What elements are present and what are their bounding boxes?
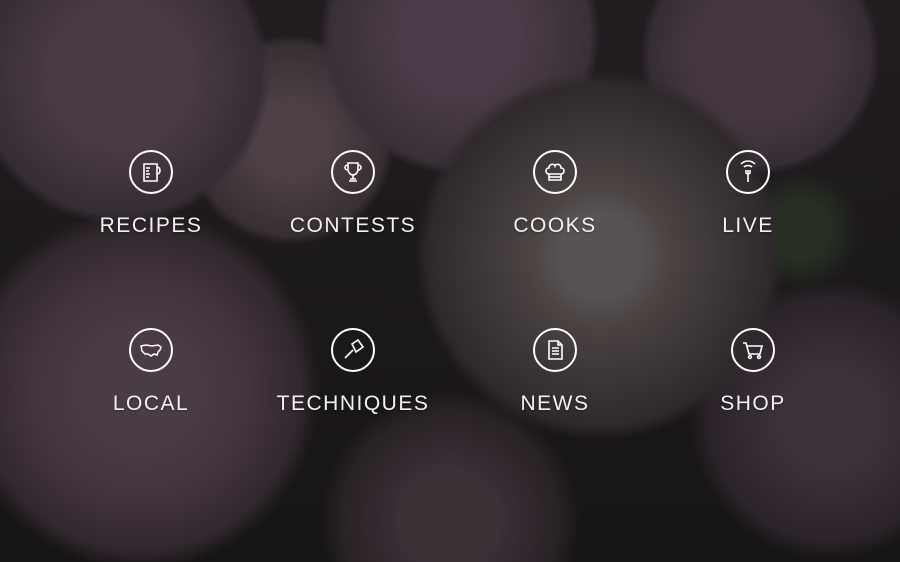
- menu-item-recipes[interactable]: RECIPES: [51, 150, 251, 270]
- menu-item-contests[interactable]: CONTESTS: [253, 150, 453, 270]
- menu-item-label: CONTESTS: [289, 214, 417, 237]
- chef-hat-icon: [533, 150, 577, 194]
- menu-item-label: LIVE: [722, 214, 774, 237]
- background-overlay: [0, 0, 900, 562]
- menu-item-live[interactable]: LIVE: [648, 150, 848, 270]
- menu-item-label: TECHNIQUES: [276, 392, 430, 415]
- menu-item-label: SHOP: [720, 392, 786, 415]
- menu-item-news[interactable]: NEWS: [455, 328, 655, 448]
- cleaver-icon: [331, 328, 375, 372]
- document-icon: [533, 328, 577, 372]
- shopping-cart-icon: [731, 328, 775, 372]
- menu-item-shop[interactable]: SHOP: [653, 328, 853, 448]
- menu-item-local[interactable]: LOCAL: [51, 328, 251, 448]
- menu-item-label: COOKS: [513, 214, 597, 237]
- menu-item-label: LOCAL: [112, 392, 190, 415]
- usa-map-icon: [129, 328, 173, 372]
- fork-signal-icon: [726, 150, 770, 194]
- menu-item-label: NEWS: [520, 392, 590, 415]
- menu-item-label: RECIPES: [99, 214, 203, 237]
- menu-item-techniques[interactable]: TECHNIQUES: [253, 328, 453, 448]
- menu-item-cooks[interactable]: COOKS: [455, 150, 655, 270]
- measuring-cup-icon: [129, 150, 173, 194]
- trophy-icon: [331, 150, 375, 194]
